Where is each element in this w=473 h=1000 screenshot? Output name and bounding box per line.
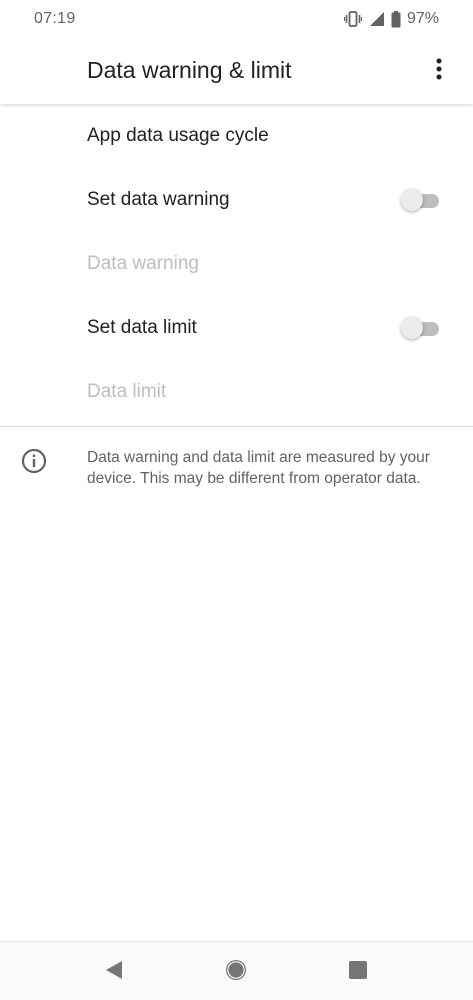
battery-percent: 97%: [406, 10, 439, 27]
set-data-limit-item[interactable]: Set data limit: [0, 296, 473, 360]
page-title: Data warning & limit: [87, 57, 292, 83]
app-data-usage-cycle-label: App data usage cycle: [87, 125, 269, 146]
status-bar: 07:19 97%: [0, 0, 473, 38]
data-warning-item: Data warning: [0, 232, 473, 296]
vibrate-icon: [343, 11, 362, 27]
status-icons: 97%: [343, 9, 439, 29]
back-button[interactable]: [96, 954, 132, 990]
recents-button[interactable]: [340, 954, 376, 990]
set-data-limit-switch[interactable]: [401, 317, 441, 339]
switch-thumb: [401, 189, 423, 211]
battery-icon: [391, 10, 401, 28]
more-options-button[interactable]: [419, 51, 459, 91]
set-data-warning-label: Set data warning: [87, 189, 230, 210]
data-limit-label: Data limit: [87, 381, 167, 402]
set-data-warning-switch[interactable]: [401, 189, 441, 211]
set-data-limit-label: Set data limit: [87, 317, 197, 338]
more-vert-icon: [436, 58, 442, 85]
info-footer: Data warning and data limit are measured…: [0, 427, 473, 527]
recents-icon: [348, 960, 368, 985]
data-limit-item: Data limit: [0, 360, 473, 424]
home-button[interactable]: [218, 954, 254, 990]
navigation-bar: [0, 941, 473, 1000]
settings-list: App data usage cycle Set data warning Da…: [0, 104, 473, 424]
app-bar: Data warning & limit: [0, 38, 473, 104]
set-data-warning-item[interactable]: Set data warning: [0, 168, 473, 232]
info-text: Data warning and data limit are measured…: [87, 449, 430, 487]
app-data-usage-cycle-item[interactable]: App data usage cycle: [0, 104, 473, 168]
info-icon: [21, 448, 47, 474]
back-icon: [104, 960, 124, 985]
switch-thumb: [401, 317, 423, 339]
status-time: 07:19: [34, 10, 76, 27]
data-warning-label: Data warning: [87, 253, 199, 274]
home-icon: [224, 958, 248, 987]
signal-icon: [368, 11, 385, 27]
